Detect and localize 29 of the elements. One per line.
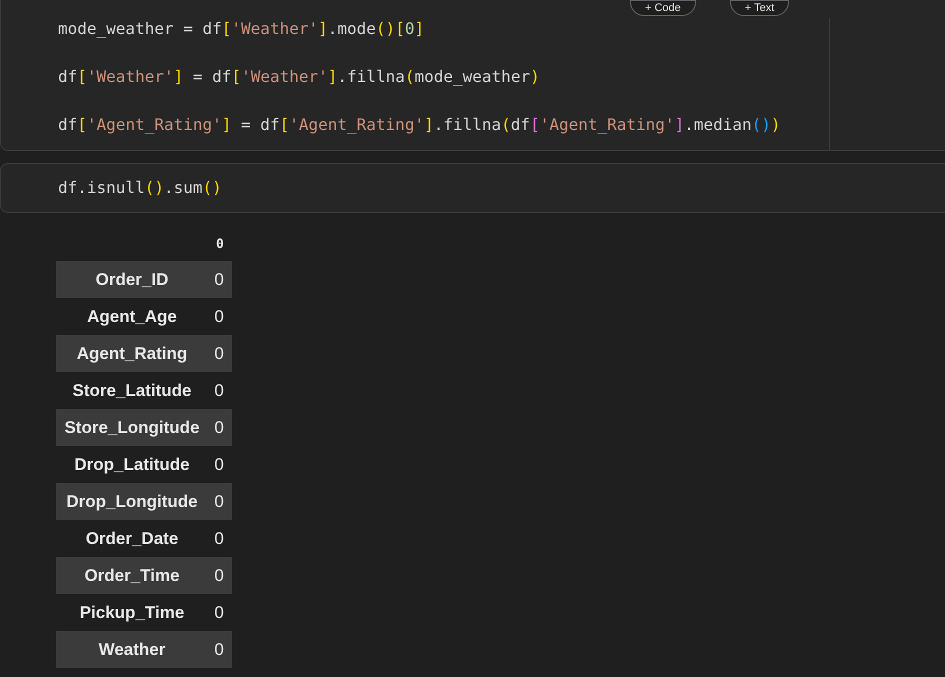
table-cell: 0 — [208, 372, 232, 409]
table-cell: 0 — [208, 594, 232, 631]
row-label: Agent_Rating — [56, 335, 208, 372]
table-cell: 0 — [208, 557, 232, 594]
table-cell: 0 — [208, 261, 232, 298]
code-line: df.isnull().sum() — [58, 177, 222, 199]
code-line: df['Weather'] = df['Weather'].fillna(mode_weather) — [58, 66, 540, 88]
table-cell: 0 — [208, 409, 232, 446]
column-header: 0 — [208, 231, 232, 261]
row-label: Drop_Longitude — [56, 483, 208, 520]
table-cell: 0 — [208, 631, 232, 668]
add-cell-button[interactable]: + Code — [630, 0, 696, 16]
row-label: Agent_Age — [56, 298, 208, 335]
code-line: df['Agent_Rating'] = df['Agent_Rating'].fillna(df['Agent_Rating'].median()) — [58, 114, 781, 136]
row-label: Order_Time — [56, 557, 208, 594]
row-label: Order_ID — [56, 261, 208, 298]
code-line: mode_weather = df['Weather'].mode()[0] — [58, 18, 424, 40]
table-cell: 0 — [208, 446, 232, 483]
row-label: Store_Latitude — [56, 372, 208, 409]
row-label: Pickup_Time — [56, 594, 208, 631]
row-label: Order_Date — [56, 520, 208, 557]
row-label: Store_Longitude — [56, 409, 208, 446]
row-label: Weather — [56, 631, 208, 668]
add-cell-button[interactable]: + Text — [730, 0, 790, 16]
table-cell: 0 — [208, 335, 232, 372]
row-label: Drop_Latitude — [56, 446, 208, 483]
table-cell: 0 — [208, 520, 232, 557]
table-cell: 0 — [208, 483, 232, 520]
table-cell: 0 — [208, 298, 232, 335]
